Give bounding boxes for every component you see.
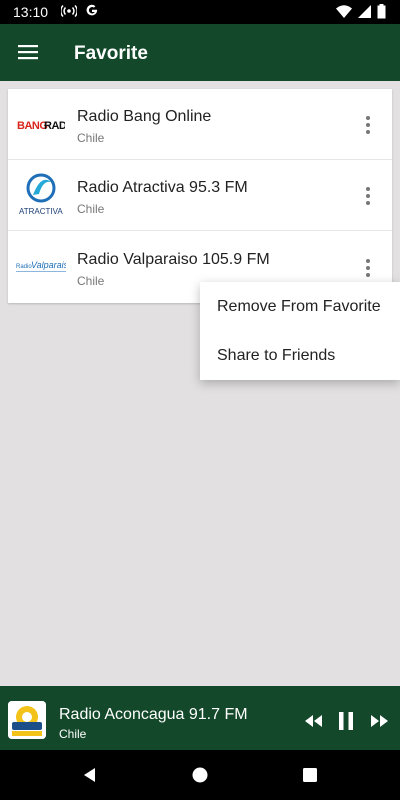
google-g-icon xyxy=(86,4,98,16)
station-logo: Radio Valparaiso xyxy=(16,244,66,290)
station-item[interactable]: BANG RADIO Radio Bang Online Chile xyxy=(8,89,392,160)
next-icon[interactable] xyxy=(368,710,390,732)
recents-icon[interactable] xyxy=(300,765,320,785)
wifi-icon xyxy=(336,5,352,18)
station-country: Chile xyxy=(77,274,105,288)
home-icon[interactable] xyxy=(190,765,210,785)
navigation-bar xyxy=(0,750,400,800)
more-options-button[interactable] xyxy=(356,256,380,280)
svg-text:RADIO: RADIO xyxy=(44,120,65,132)
share-to-friends-option[interactable]: Share to Friends xyxy=(200,331,400,380)
now-playing-title: Radio Aconcagua 91.7 FM xyxy=(59,706,248,723)
svg-text:Radio: Radio xyxy=(16,264,32,270)
pause-icon[interactable] xyxy=(335,710,357,732)
battery-icon xyxy=(377,4,386,19)
now-playing-bar[interactable]: Radio Aconcagua 91.7 FM Chile xyxy=(0,686,400,750)
more-options-button[interactable] xyxy=(356,184,380,208)
menu-button[interactable] xyxy=(10,34,46,70)
more-options-button[interactable] xyxy=(356,113,380,137)
previous-icon[interactable] xyxy=(303,710,325,732)
status-time: 13:10 xyxy=(13,4,49,20)
context-menu: Remove From Favorite Share to Friends xyxy=(200,282,400,380)
svg-text:Valparaiso: Valparaiso xyxy=(31,260,66,270)
now-playing-logo xyxy=(8,701,46,739)
favorites-list: BANG RADIO Radio Bang Online Chile ATRAC… xyxy=(8,89,392,303)
svg-text:ATRACTIVA: ATRACTIVA xyxy=(19,207,63,216)
station-name: Radio Atractiva 95.3 FM xyxy=(77,179,248,196)
status-right-icons xyxy=(336,4,386,19)
status-bar: 13:10 xyxy=(0,0,400,24)
back-icon[interactable] xyxy=(80,765,100,785)
station-logo: BANG RADIO xyxy=(16,101,66,147)
hotspot-icon xyxy=(61,4,77,18)
remove-from-favorite-option[interactable]: Remove From Favorite xyxy=(200,282,400,331)
now-playing-country: Chile xyxy=(59,727,87,741)
page-title: Favorite xyxy=(74,43,148,64)
station-country: Chile xyxy=(77,202,105,216)
app-bar: Favorite xyxy=(0,24,400,81)
station-item[interactable]: ATRACTIVA Radio Atractiva 95.3 FM Chile xyxy=(8,160,392,231)
svg-text:BANG: BANG xyxy=(17,120,47,132)
station-country: Chile xyxy=(77,131,105,145)
station-name: Radio Bang Online xyxy=(77,108,212,125)
station-name: Radio Valparaiso 105.9 FM xyxy=(77,251,270,268)
hamburger-menu-icon xyxy=(18,45,38,60)
station-logo: ATRACTIVA xyxy=(16,172,66,218)
signal-icon xyxy=(358,5,371,18)
status-left-icons xyxy=(61,4,99,18)
